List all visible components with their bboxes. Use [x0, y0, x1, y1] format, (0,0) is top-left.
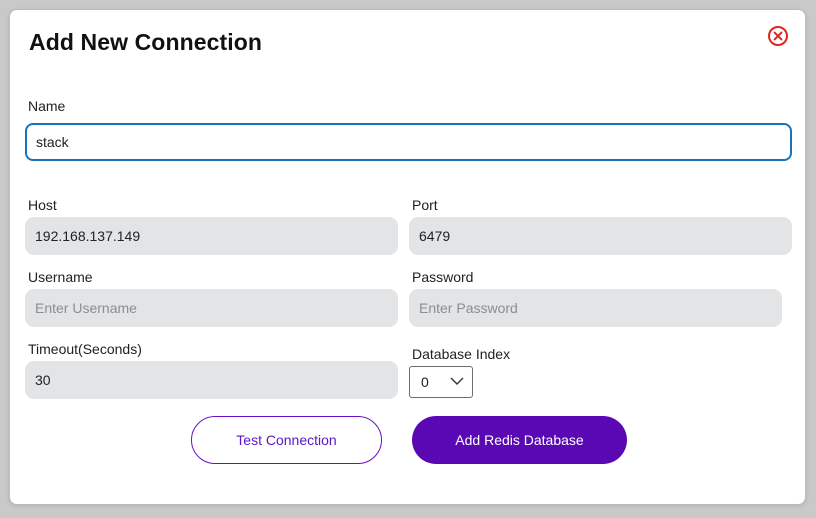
database-index-label: Database Index — [412, 346, 511, 362]
close-button[interactable] — [767, 25, 789, 47]
database-index-value: 0 — [421, 374, 429, 390]
password-input[interactable] — [409, 289, 782, 327]
password-label: Password — [412, 269, 474, 285]
dialog-title: Add New Connection — [29, 29, 263, 55]
chevron-down-icon — [450, 377, 464, 385]
timeout-input[interactable] — [25, 361, 398, 399]
timeout-label: Timeout(Seconds) — [28, 341, 142, 357]
host-label: Host — [28, 197, 57, 213]
username-label: Username — [28, 269, 93, 285]
port-input[interactable] — [409, 217, 792, 255]
name-label: Name — [28, 98, 66, 114]
close-circle-icon — [768, 26, 788, 46]
add-connection-dialog: Add New Connection Name Host Port Userna… — [9, 9, 806, 505]
add-redis-database-button[interactable]: Add Redis Database — [412, 416, 627, 464]
name-input[interactable] — [25, 123, 792, 161]
port-label: Port — [412, 197, 438, 213]
database-index-select[interactable]: 0 — [409, 366, 473, 398]
test-connection-button[interactable]: Test Connection — [191, 416, 382, 464]
host-input[interactable] — [25, 217, 398, 255]
username-input[interactable] — [25, 289, 398, 327]
